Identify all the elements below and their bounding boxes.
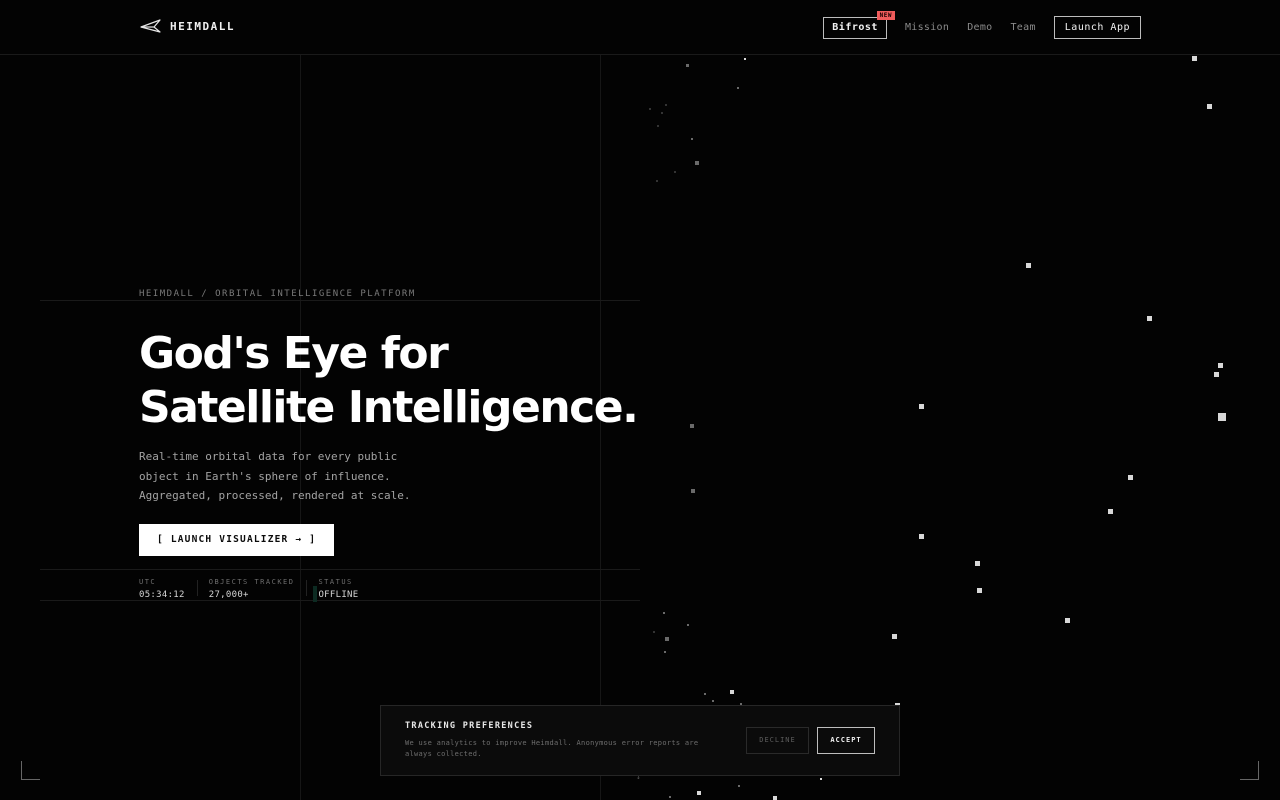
stat-divider [306, 580, 308, 596]
hero-description-line: Aggregated, processed, rendered at scale… [139, 489, 411, 502]
banner-title: TRACKING PREFERENCES [405, 721, 534, 731]
stat-utc: UTC 05:34:12 [139, 576, 209, 600]
main-nav: Bifrost NEW Mission Demo Team Launch App [823, 10, 1141, 39]
stat-value: 27,000+ [208, 590, 249, 600]
stat-value: OFFLINE [318, 590, 359, 600]
stat-value: 05:34:12 [139, 590, 185, 600]
nav-link-demo[interactable]: Demo [967, 17, 992, 39]
banner-text: We use analytics to improve Heimdall. An… [405, 739, 699, 758]
nav-link-mission[interactable]: Mission [905, 17, 949, 39]
brand-logo[interactable]: HEIMDALL [140, 18, 235, 34]
nav-link-team[interactable]: Team [1010, 17, 1035, 39]
telemetry-stats: UTC 05:34:12 OBJECTS TRACKED 27,000+ STA… [139, 576, 383, 602]
stat-objects-tracked: OBJECTS TRACKED 27,000+ [209, 576, 319, 600]
stat-label: UTC [139, 578, 157, 586]
arrow-logo-icon [140, 19, 161, 33]
tracking-preferences-banner: TRACKING PREFERENCES We use analytics to… [380, 705, 900, 776]
status-indicator [313, 586, 318, 602]
new-badge: NEW [876, 10, 895, 20]
hero-headline: God's Eye for Satellite Intelligence. [139, 327, 659, 435]
launch-visualizer-button[interactable]: [ LAUNCH VISUALIZER → ] [139, 523, 335, 556]
stat-divider [196, 580, 198, 596]
stat-status: STATUS OFFLINE [313, 576, 382, 602]
corner-bracket [21, 761, 40, 780]
hero-eyebrow: HEIMDALL / ORBITAL INTELLIGENCE PLATFORM [139, 289, 416, 299]
decline-button[interactable]: DECLINE [746, 727, 809, 754]
hero-headline-line: God's Eye for [139, 328, 449, 379]
nav-bifrost-label: Bifrost [832, 21, 878, 33]
corner-bracket [1240, 761, 1259, 780]
hero-headline-line: Satellite Intelligence. [139, 382, 639, 433]
hero-section: HEIMDALL / ORBITAL INTELLIGENCE PLATFORM… [139, 285, 659, 556]
hero-description-line: Real-time orbital data for every public [139, 450, 398, 463]
brand-name: HEIMDALL [170, 19, 235, 33]
nav-bifrost-button[interactable]: Bifrost NEW [823, 10, 895, 39]
hero-description-line: object in Earth's sphere of influence. [139, 469, 391, 483]
launch-app-button[interactable]: Launch App [1053, 16, 1141, 39]
landing-page: HEIMDALL Bifrost NEW Mission Demo Team L… [0, 0, 1280, 800]
hero-description: Real-time orbital data for every public … [139, 447, 459, 506]
stat-label: OBJECTS TRACKED [208, 578, 295, 586]
stat-label: STATUS [318, 578, 353, 586]
top-nav-bar: HEIMDALL Bifrost NEW Mission Demo Team L… [0, 0, 1280, 55]
accept-button[interactable]: ACCEPT [817, 727, 875, 754]
